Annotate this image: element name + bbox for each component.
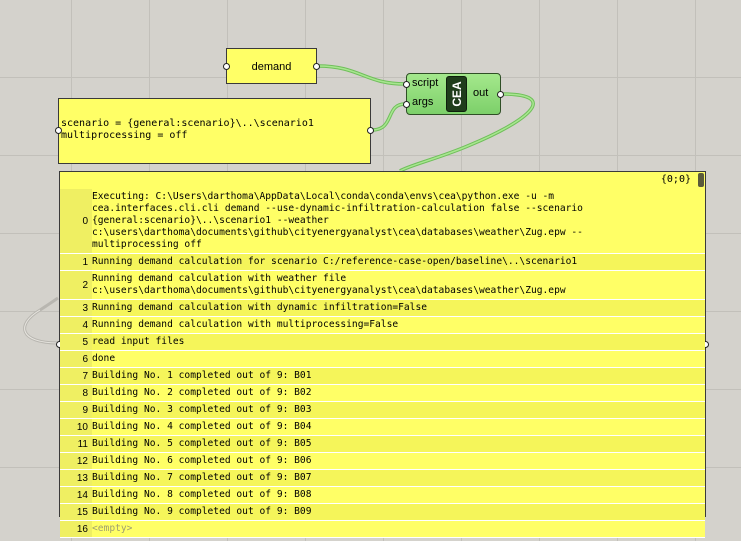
- row-text: Building No. 7 completed out of 9: B07: [92, 472, 312, 483]
- row-index: 8: [60, 385, 92, 401]
- row-index: 7: [60, 368, 92, 384]
- wire-panel-loop: [23, 296, 59, 345]
- row-index: 2: [60, 271, 92, 299]
- args-input-grip[interactable]: [403, 101, 410, 108]
- wire-scenario-to-args: [371, 102, 406, 132]
- row-text: Building No. 4 completed out of 9: B04: [92, 421, 312, 432]
- row-index: 12: [60, 453, 92, 469]
- output-row[interactable]: 5 read input files: [60, 334, 705, 351]
- output-row[interactable]: 4 Running demand calculation with multipr…: [60, 317, 705, 334]
- row-text: Building No. 3 completed out of 9: B03: [92, 404, 312, 415]
- row-text: <empty>: [92, 523, 133, 534]
- script-input-grip[interactable]: [403, 81, 410, 88]
- scrollbar-thumb[interactable]: [698, 173, 704, 187]
- data-path-label: {0;0}: [660, 174, 691, 185]
- output-row[interactable]: 15 Building No. 9 completed out of 9: B09: [60, 504, 705, 521]
- output-row[interactable]: 3 Running demand calculation with dynamic…: [60, 300, 705, 317]
- args-input-label: args: [412, 96, 434, 108]
- cea-badge-text: CEA: [449, 81, 464, 107]
- row-index: 14: [60, 487, 92, 503]
- row-index: 6: [60, 351, 92, 367]
- output-row[interactable]: 8 Building No. 2 completed out of 9: B02: [60, 385, 705, 402]
- row-text: Executing: C:\Users\darthoma\AppData\Loc…: [92, 191, 583, 250]
- output-row[interactable]: 10 Building No. 4 completed out of 9: B04: [60, 419, 705, 436]
- scenario-panel-text: scenario = {general:scenario}\..\scenari…: [61, 118, 314, 142]
- row-text: Running demand calculation with dynamic …: [92, 302, 428, 313]
- row-index: 13: [60, 470, 92, 486]
- output-row[interactable]: 11 Building No. 5 completed out of 9: B05: [60, 436, 705, 453]
- output-row[interactable]: 7 Building No. 1 completed out of 9: B01: [60, 368, 705, 385]
- output-row[interactable]: 9 Building No. 3 completed out of 9: B03: [60, 402, 705, 419]
- scenario-line-2: multiprocessing = off: [61, 130, 188, 141]
- row-index: 16: [60, 521, 92, 537]
- output-row[interactable]: 16 <empty>: [60, 521, 705, 538]
- row-index: 9: [60, 402, 92, 418]
- output-row[interactable]: 14 Building No. 8 completed out of 9: B08: [60, 487, 705, 504]
- output-row[interactable]: 12 Building No. 6 completed out of 9: B06: [60, 453, 705, 470]
- output-panel[interactable]: {0;0} 0 Executing: C:\Users\darthoma\AppD…: [56, 171, 709, 538]
- demand-output-grip[interactable]: [313, 63, 320, 70]
- wire-demand-to-script: [317, 64, 406, 86]
- row-text: Building No. 8 completed out of 9: B08: [92, 489, 312, 500]
- row-text: Building No. 5 completed out of 9: B05: [92, 438, 312, 449]
- scenario-args-panel[interactable]: scenario = {general:scenario}\..\scenari…: [55, 98, 374, 164]
- output-row[interactable]: 13 Building No. 7 completed out of 9: B07: [60, 470, 705, 487]
- row-text: Building No. 6 completed out of 9: B06: [92, 455, 312, 466]
- demand-panel-text: demand: [251, 61, 292, 73]
- output-row[interactable]: 1 Running demand calculation for scenario…: [60, 254, 705, 271]
- demand-input-grip[interactable]: [223, 63, 230, 70]
- row-text: Running demand calculation with multipro…: [92, 319, 399, 330]
- row-text: read input files: [92, 336, 185, 347]
- row-index: 15: [60, 504, 92, 520]
- row-text: Building No. 2 completed out of 9: B02: [92, 387, 312, 398]
- out-output-grip[interactable]: [497, 91, 504, 98]
- row-text: Running demand calculation with weather …: [92, 273, 566, 296]
- output-row[interactable]: 2 Running demand calculation with weather…: [60, 271, 705, 300]
- row-text: Building No. 9 completed out of 9: B09: [92, 506, 312, 517]
- cea-logo-icon: CEA: [446, 76, 467, 112]
- demand-panel[interactable]: demand: [223, 48, 320, 84]
- row-text: Running demand calculation for scenario …: [92, 256, 578, 267]
- row-text: done: [92, 353, 116, 364]
- row-index: 3: [60, 300, 92, 316]
- row-index: 4: [60, 317, 92, 333]
- output-row[interactable]: 6 done: [60, 351, 705, 368]
- row-index: 11: [60, 436, 92, 452]
- scenario-input-grip[interactable]: [55, 127, 62, 134]
- row-index: 0: [60, 189, 92, 253]
- scenario-output-grip[interactable]: [367, 127, 374, 134]
- script-input-label: script: [412, 77, 439, 89]
- output-panel-header: {0;0}: [60, 172, 705, 190]
- cea-component[interactable]: script args CEA out: [403, 73, 504, 115]
- output-rows: 0 Executing: C:\Users\darthoma\AppData\Lo…: [60, 189, 705, 538]
- out-output-label: out: [473, 87, 489, 99]
- row-text: Building No. 1 completed out of 9: B01: [92, 370, 312, 381]
- row-index: 1: [60, 254, 92, 270]
- scenario-line-1: scenario = {general:scenario}\..\scenari…: [61, 118, 314, 129]
- row-index: 10: [60, 419, 92, 435]
- row-index: 5: [60, 334, 92, 350]
- output-row[interactable]: 0 Executing: C:\Users\darthoma\AppData\Lo…: [60, 189, 705, 254]
